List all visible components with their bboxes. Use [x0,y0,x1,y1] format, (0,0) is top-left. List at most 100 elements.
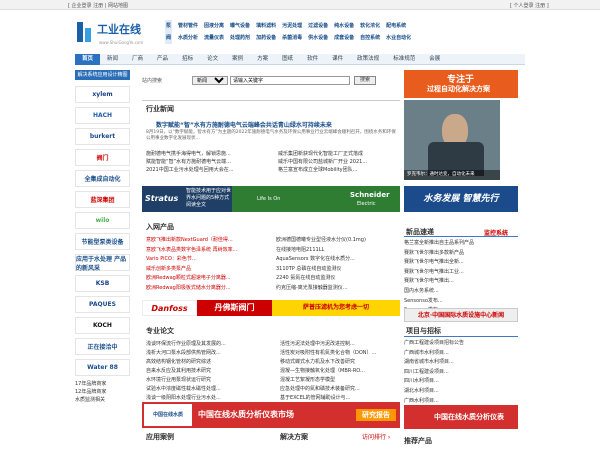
sidebar-brand-logo[interactable]: HACH [75,107,130,124]
beijing-news-bar[interactable]: 北京·中国国际水质设施中心新闻 [404,308,518,322]
new-product-item[interactable]: 国内水务系统... [404,287,518,297]
sidebar-brand-logo[interactable]: xylem [75,86,130,103]
sidebar-footer-link[interactable]: 水质监测相关 [75,396,130,404]
category-link[interactable]: 阀 [165,32,173,44]
news-item[interactable]: 赋能智能“智”水有方施耐德电气云端... [146,158,276,166]
nav-item[interactable]: 厂商 [125,54,150,65]
nav-item[interactable]: 图纸 [275,54,300,65]
schneider-ad[interactable]: Life Is On Schneider Electric [232,186,400,212]
paper-item[interactable]: 水环境行业用泵现状运行研究 [146,376,276,385]
site-logo[interactable]: 工业在线 www.ShuiGongYe.com [75,18,155,48]
category-link[interactable]: 加药设备 [256,35,276,41]
category-link[interactable]: 流量仪表 [204,35,224,41]
bid-item[interactable]: 湖北水利项目... [404,387,518,397]
feature-photo[interactable]: 罗克韦尔：通时达变，自动化未来 [404,100,500,180]
paper-item[interactable]: 活性炭对吸附性有机氮类化合物（DON）... [280,349,400,358]
nav-item[interactable]: 产品 [150,54,175,65]
new-product-item[interactable]: 格兰富全新推出自主品系列产品 [404,239,518,249]
product-item[interactable]: 意欧飞水表品类数字色泽系统 再树效率... [146,246,274,256]
nav-item[interactable]: 会展 [422,54,447,65]
bid-item[interactable]: 四川工程建设项目... [404,368,518,378]
product-item[interactable]: 约克压缩-离光泵接触器监测仪... [276,284,400,294]
category-link[interactable]: 管材管件 [178,23,198,29]
category-link[interactable]: 供水设备 [308,35,328,41]
product-item[interactable]: 欧洲德国德曦专业型径液水分仪(0.1mg) [276,236,400,246]
sidebar-brand-logo[interactable]: 节能型泵类设备 [75,233,130,250]
news-item[interactable]: 施耐德电气携手海得电气，解锁思施... [146,150,276,158]
market-report-ad[interactable]: 中国在线水质 中国在线水质分析仪表市场 研究报告 [142,402,400,428]
new-product-item[interactable]: 赛默飞世尔电气推出... [404,277,518,287]
paper-item[interactable]: 试验水中浓度磁性载水磁性处理... [146,385,276,394]
sidebar-footer-link[interactable]: 12年品牌商家 [75,388,130,396]
sidebar-brand-logo[interactable]: KSB [75,275,130,292]
category-link[interactable]: 泵 [165,20,173,32]
paper-item[interactable]: 移动式蝶式水力机及水下改善研究 [280,358,400,367]
water-development-banner[interactable]: 水务发展 智慧先行 [404,186,518,212]
category-link[interactable]: 处理药剂 [230,35,250,41]
sidebar-footer-link[interactable]: 17年品牌商家 [75,380,130,388]
sidebar-brand-logo[interactable]: 全集成自动化 [75,170,130,187]
paper-item[interactable]: 活性污泥法处理中污泥改进控制... [280,340,400,349]
search-button[interactable]: 搜索 [354,76,376,85]
danfoss-logo[interactable]: Danfoss [142,300,197,316]
monitoring-tag[interactable]: 监控系统 [484,228,508,237]
sidebar-brand-logo[interactable]: Water 88 [75,359,130,376]
process-automation-banner[interactable]: 专注于 过程自动化解决方案 [404,70,518,98]
sidebar-brand-logo[interactable]: wilo [75,212,130,229]
bid-item[interactable]: 广西城市水利项目... [404,349,518,359]
nav-item[interactable]: 论文 [200,54,225,65]
nav-item[interactable]: 课件 [325,54,350,65]
sidebar-brand-logo[interactable]: KOCH [75,317,130,334]
category-link[interactable]: 纯水设备 [334,23,354,29]
new-product-item[interactable]: 赛默飞世尔推出多款新产品 [404,249,518,259]
category-link[interactable]: 固液分离 [204,23,224,29]
bid-item[interactable]: 湖南省城市水利项目... [404,358,518,368]
category-link[interactable]: 曝气设备 [230,23,250,29]
market-ad-button[interactable]: 研究报告 [356,409,396,421]
category-link[interactable]: 填料滤料 [256,23,276,29]
ranking-link[interactable]: 访问排行 › [362,432,390,450]
paper-item[interactable]: 高效结构钢化管材的研究综述 [146,358,276,367]
search-input[interactable] [230,76,350,85]
filter-press-ad[interactable]: 萨普压滤机为您考虑一切 [272,300,400,316]
category-link[interactable]: 软化浓化 [360,23,380,29]
news-item[interactable]: 格兰富宣布成立全球Mobility团队... [278,166,400,174]
sidebar-brand-logo[interactable]: 正在接洽中 [75,338,130,355]
right-market-ad[interactable]: 中国在线水质分析仪表 [404,405,518,429]
product-item[interactable]: 2240 氨氮在线自动监测仪 [276,274,400,284]
paper-item[interactable]: 浅谈环保流行作业原理及其发展的... [146,340,276,349]
product-item[interactable]: 欧洲Redwag阳极板式储水分离器分... [146,284,274,294]
nav-item[interactable]: 方案 [250,54,275,65]
category-link[interactable]: 自控系统 [360,35,380,41]
product-item[interactable]: 威乐创新多类泵产品 [146,265,274,275]
category-link[interactable]: 水质分析 [178,35,198,41]
nav-item[interactable]: 首页 [75,54,101,65]
category-link[interactable]: 过滤设备 [308,23,328,29]
nav-item[interactable]: 软件 [300,54,325,65]
sidebar-brand-logo[interactable]: 阀门 [75,149,130,166]
paper-item[interactable]: 浅析大河口泵水段部供热管网改... [146,349,276,358]
new-product-item[interactable]: Sensonso发布... [404,297,518,307]
stratus-ad[interactable]: Stratus 智能技术用于应对世界水问题的5种方式 阅读全文 [142,186,232,212]
login-links[interactable]: [ 企业登录 注册 | 网站地图 [68,2,128,9]
sidebar-brand-logo[interactable]: burkert [75,128,130,145]
personal-login[interactable]: [ 个人登录 注册 ] [510,2,549,9]
paper-item[interactable]: 应急处理中的氮和磷技术装备研究... [280,385,400,394]
danfoss-valve-ad[interactable]: 丹佛斯阀门 [197,300,272,316]
news-item[interactable]: 威乐中国有限公司盐城新厂开业 2021... [278,158,400,166]
new-product-item[interactable]: 赛默飞世尔电气推出全新... [404,258,518,268]
paper-item[interactable]: 混凝工艺絮凝形态学模型 [280,376,400,385]
nav-item[interactable]: 新闻 [100,54,125,65]
product-item[interactable]: 意欧飞推出新款NextGuard（耐佳得... [146,236,274,246]
nav-item[interactable]: 标准规范 [386,54,422,65]
product-item[interactable]: 在线接地电阻2111LL [276,246,400,256]
sidebar-brand-logo[interactable]: PAQUES [75,296,130,313]
sidebar-brand-logo[interactable]: 蓝深集团 [75,191,130,208]
category-link[interactable]: 配电系统 [386,23,406,29]
product-item[interactable]: Vario PiCO：彩色节... [146,255,274,265]
nav-item[interactable]: 招标 [175,54,200,65]
paper-item[interactable]: 混凝—生物接触氧化处理（MBR-RO... [280,367,400,376]
product-item[interactable]: 欧洲Redwag颗粒式超速电子分离器... [146,274,274,284]
category-link[interactable]: 污泥处理 [282,23,302,29]
category-link[interactable]: 杀菌消毒 [282,35,302,41]
